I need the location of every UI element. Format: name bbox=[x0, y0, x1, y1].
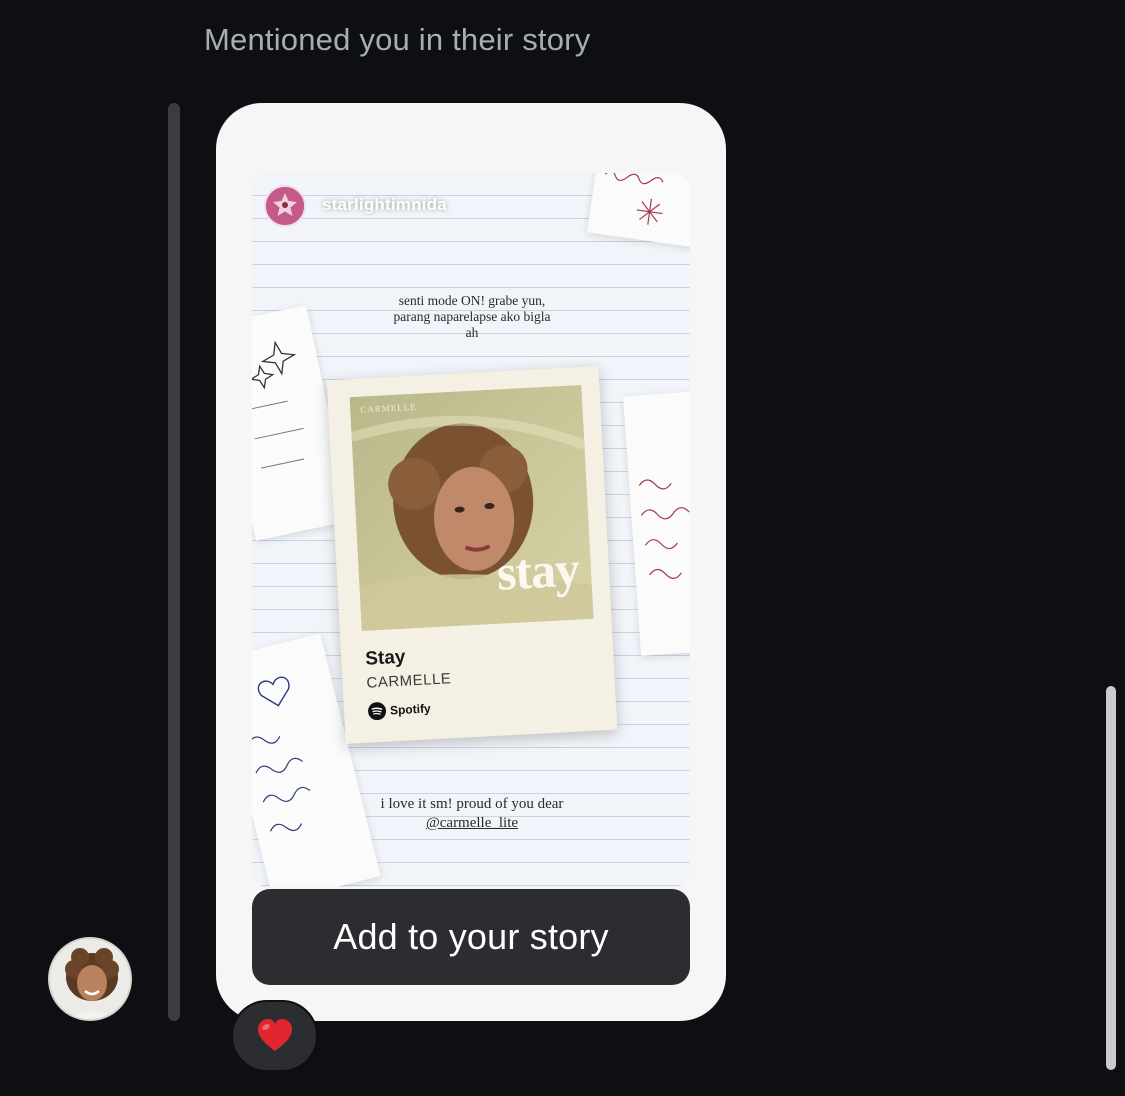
note-paper-top-right bbox=[587, 173, 690, 249]
star-character-icon bbox=[266, 187, 304, 225]
scribble-icon bbox=[604, 173, 664, 225]
story-mention-card[interactable]: starlightimnida senti mode ON! grabe yun… bbox=[216, 103, 726, 1021]
story-preview[interactable]: starlightimnida senti mode ON! grabe yun… bbox=[252, 173, 690, 887]
heart-emoji-icon bbox=[257, 1019, 292, 1051]
song-title: Stay bbox=[364, 646, 406, 670]
spotify-badge: Spotify bbox=[368, 699, 432, 721]
story-author-avatar[interactable] bbox=[264, 185, 306, 227]
song-artist: CARMELLE bbox=[366, 670, 452, 692]
story-caption-top: senti mode ON! grabe yun, parang naparel… bbox=[393, 293, 551, 340]
avatar-portrait-icon bbox=[50, 939, 130, 1019]
sender-avatar[interactable] bbox=[48, 937, 132, 1021]
mention-handle-link[interactable]: @carmelle_lite bbox=[426, 815, 518, 831]
spotify-label: Spotify bbox=[389, 701, 432, 718]
handwriting-icon bbox=[638, 479, 690, 579]
spotify-icon bbox=[368, 702, 387, 721]
scrollbar-thumb[interactable] bbox=[1106, 686, 1116, 1070]
story-username[interactable]: starlightimnida bbox=[322, 195, 447, 215]
caption-bottom-text: i love it sm! proud of you dear bbox=[380, 796, 564, 812]
song-sticker[interactable]: CARMELLE stay Stay CARMELLE Spotify bbox=[326, 366, 618, 744]
album-art-title: stay bbox=[495, 540, 581, 601]
dm-thread: Mentioned you in their story starlightim… bbox=[0, 0, 1125, 1096]
reaction-pill[interactable] bbox=[231, 1000, 318, 1072]
mention-label: Mentioned you in their story bbox=[204, 22, 591, 57]
album-art: CARMELLE stay bbox=[349, 385, 594, 631]
reply-thread-line bbox=[168, 103, 180, 1021]
story-caption-bottom: i love it sm! proud of you dear @carmell… bbox=[362, 795, 582, 833]
add-to-story-button[interactable]: Add to your story bbox=[252, 889, 690, 985]
note-paper-right bbox=[623, 390, 690, 656]
